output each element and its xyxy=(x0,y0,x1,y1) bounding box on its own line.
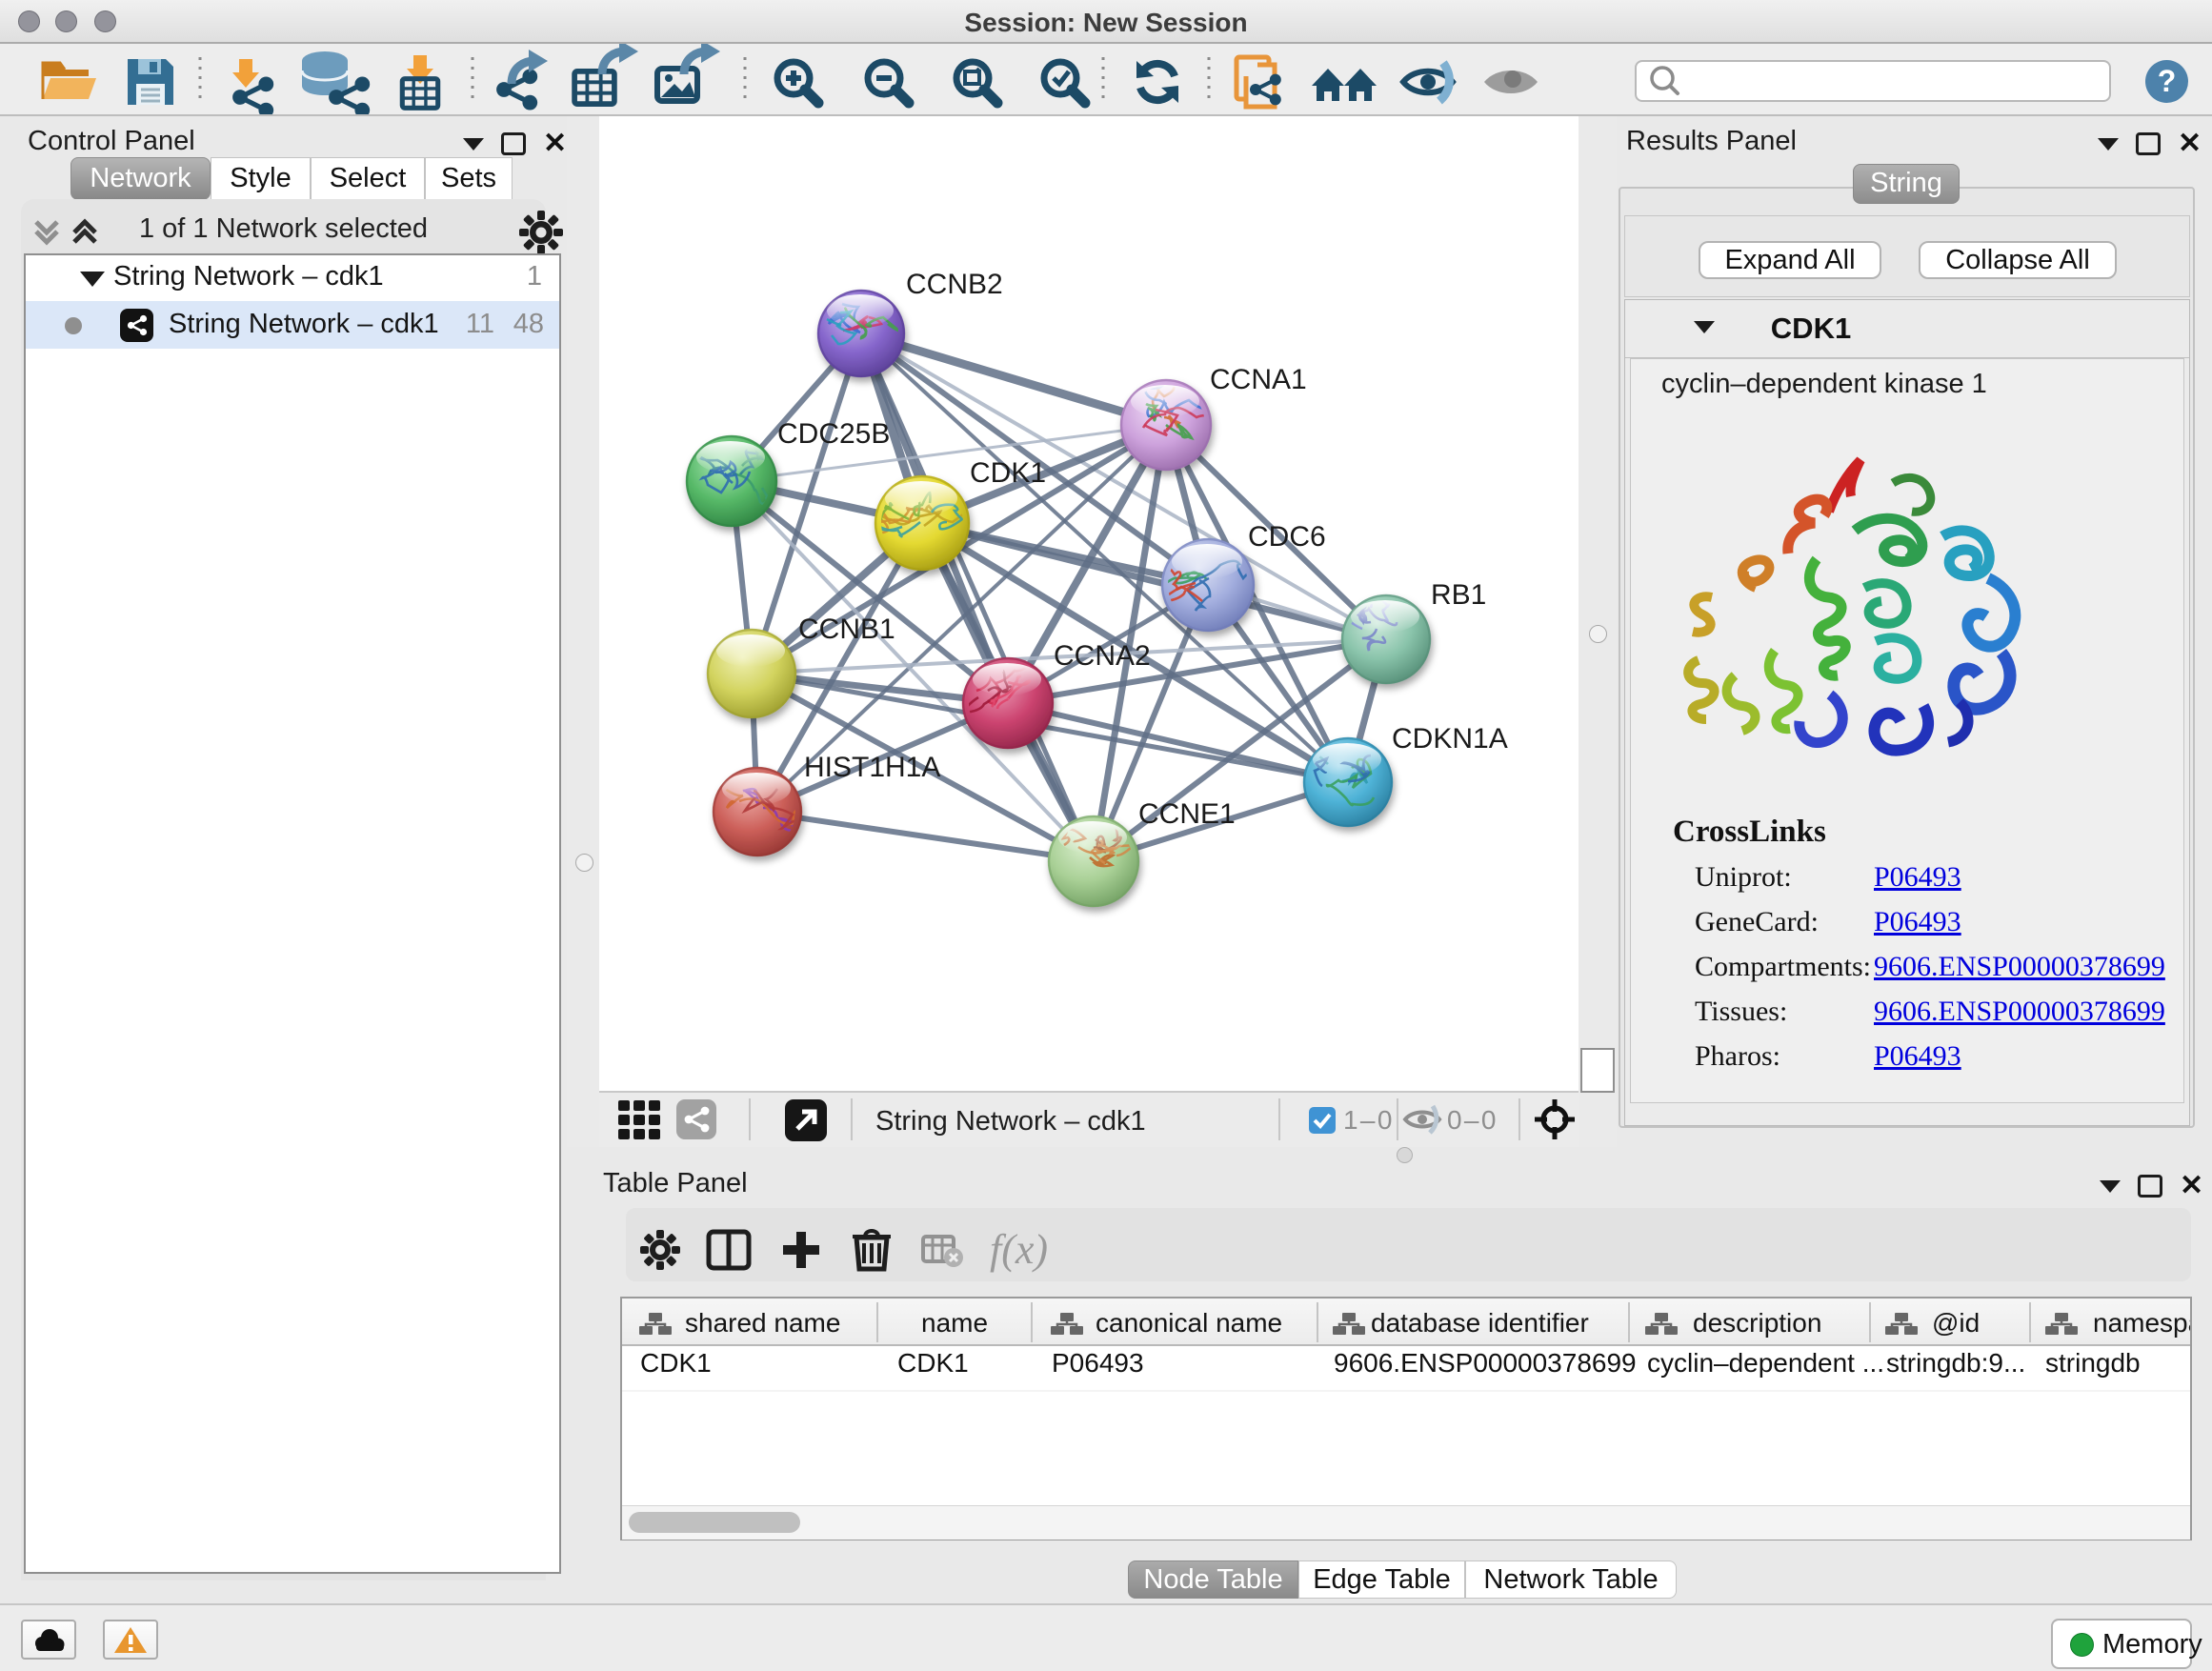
svg-text:description: description xyxy=(1693,1308,1821,1338)
svg-text:CCNA1: CCNA1 xyxy=(1210,364,1307,395)
svg-text:CCNB1: CCNB1 xyxy=(798,614,895,645)
svg-text:CDK1: CDK1 xyxy=(897,1348,969,1378)
svg-text:shared name: shared name xyxy=(685,1308,840,1338)
svg-text:CCNB2: CCNB2 xyxy=(906,269,1003,300)
svg-text:CDC6: CDC6 xyxy=(1248,521,1326,553)
svg-text:CDC25B: CDC25B xyxy=(777,418,890,450)
svg-text:CCNE1: CCNE1 xyxy=(1138,798,1236,830)
svg-text:CDK1: CDK1 xyxy=(640,1348,712,1378)
svg-text:P06493: P06493 xyxy=(1052,1348,1144,1378)
svg-text:HIST1H1A: HIST1H1A xyxy=(804,752,940,783)
svg-text:stringdb: stringdb xyxy=(2045,1348,2141,1378)
svg-text:0 – 0: 0 – 0 xyxy=(1447,1105,1496,1135)
svg-text:RB1: RB1 xyxy=(1431,579,1486,611)
svg-text:canonical name: canonical name xyxy=(1096,1308,1282,1338)
svg-text:f(x): f(x) xyxy=(990,1226,1048,1273)
svg-text:name: name xyxy=(921,1308,988,1338)
svg-text:CCNA2: CCNA2 xyxy=(1054,640,1151,672)
svg-text:CDKN1A: CDKN1A xyxy=(1392,723,1508,755)
svg-text:1 – 0: 1 – 0 xyxy=(1343,1105,1392,1135)
svg-text:@id: @id xyxy=(1932,1308,1980,1338)
svg-text:namespace: namespace xyxy=(2093,1308,2190,1338)
svg-text:stringdb:9...: stringdb:9... xyxy=(1886,1348,2025,1378)
svg-text:9606.ENSP00000378699: 9606.ENSP00000378699 xyxy=(1334,1348,1637,1378)
svg-text:String Network – cdk1: String Network – cdk1 xyxy=(875,1106,1146,1137)
svg-text:cyclin–dependent ...: cyclin–dependent ... xyxy=(1647,1348,1884,1378)
svg-text:database identifier: database identifier xyxy=(1371,1308,1589,1338)
svg-text:CDK1: CDK1 xyxy=(970,457,1046,489)
